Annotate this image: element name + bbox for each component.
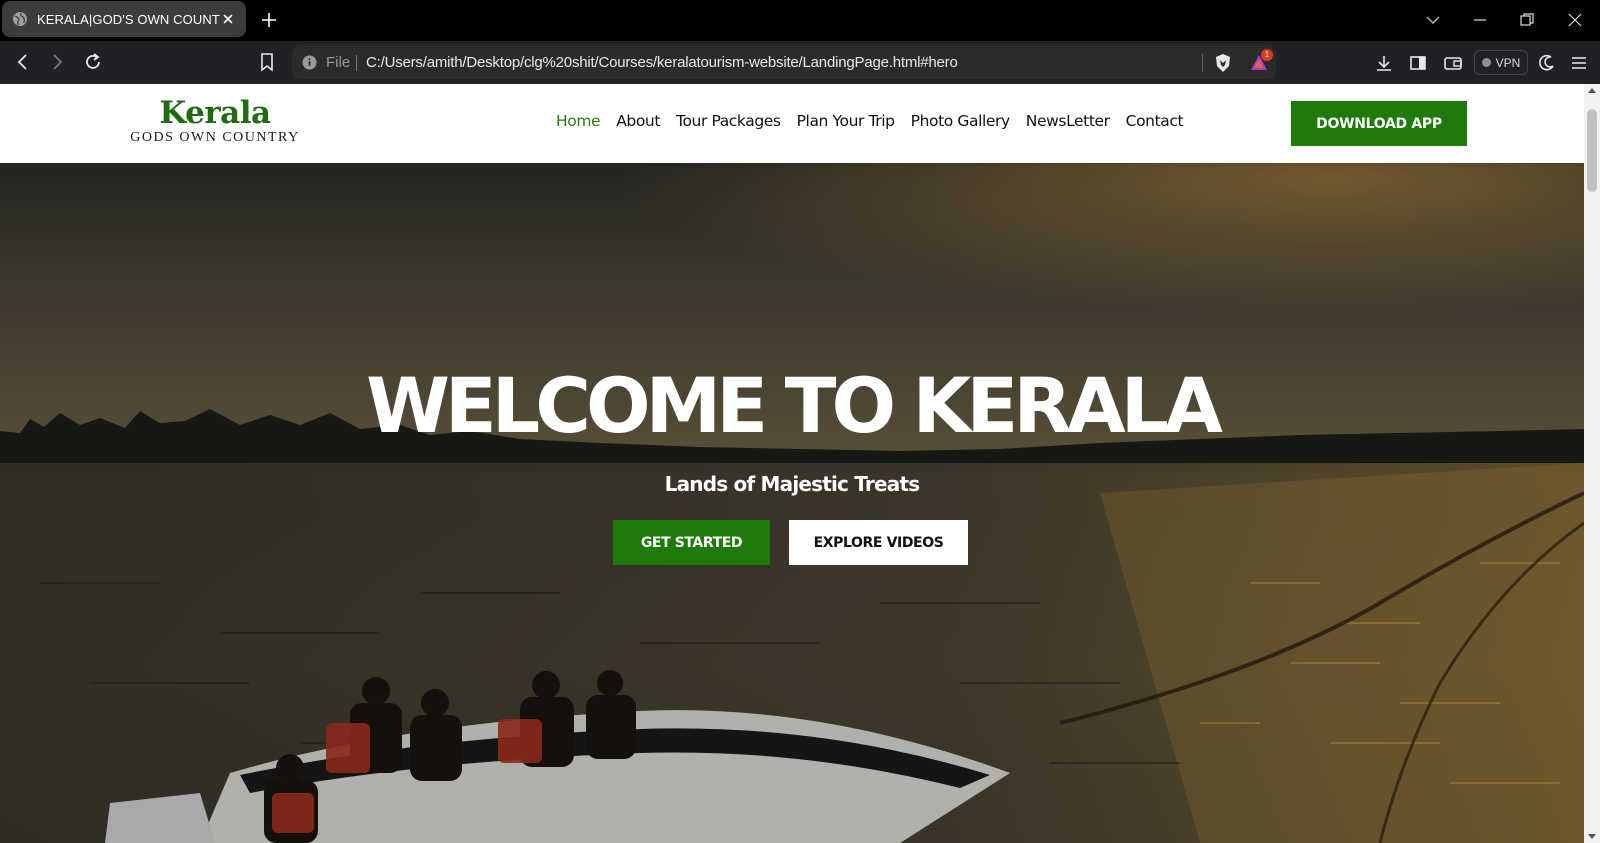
vpn-button[interactable]: VPN: [1474, 50, 1528, 75]
hero-subtitle: Lands of Majestic Treats: [664, 472, 920, 496]
hero-overlay: [0, 163, 1584, 843]
restore-icon[interactable]: [1518, 11, 1536, 29]
chevron-down-icon[interactable]: [1424, 11, 1442, 29]
vpn-label: VPN: [1495, 55, 1521, 70]
download-icon[interactable]: [1374, 53, 1394, 73]
info-icon[interactable]: [302, 55, 317, 70]
close-window-icon[interactable]: [1566, 11, 1584, 29]
get-started-button[interactable]: GET STARTED: [613, 520, 770, 565]
browser-tab[interactable]: KERALA|GOD'S OWN COUNTRY: [2, 1, 246, 37]
forward-icon[interactable]: [47, 52, 67, 72]
explore-videos-button[interactable]: EXPLORE VIDEOS: [789, 520, 968, 565]
hero-title: WELCOME TO KERALA: [366, 361, 1223, 450]
nav-contact[interactable]: Contact: [1126, 112, 1184, 130]
nav-plan-your-trip[interactable]: Plan Your Trip: [797, 112, 895, 130]
minimize-icon[interactable]: [1471, 11, 1489, 29]
page-viewport: Kerala GODS OWN COUNTRY Home About Tour …: [0, 84, 1584, 843]
nav-photo-gallery[interactable]: Photo Gallery: [911, 112, 1011, 130]
sidebar-icon[interactable]: [1408, 53, 1428, 73]
download-app-button[interactable]: DOWNLOAD APP: [1291, 101, 1467, 146]
scroll-up-arrow-icon[interactable]: [1588, 88, 1596, 93]
address-bar[interactable]: File C:/Users/amith/Desktop/clg%20shit/C…: [292, 46, 1276, 79]
main-nav: Home About Tour Packages Plan Your Trip …: [556, 112, 1184, 130]
nav-home[interactable]: Home: [556, 112, 601, 130]
tab-strip: KERALA|GOD'S OWN COUNTRY: [0, 0, 1600, 41]
url-scheme-label: File: [326, 54, 351, 71]
leo-icon[interactable]: [1537, 53, 1557, 73]
url-text[interactable]: C:/Users/amith/Desktop/clg%20shit/Course…: [366, 54, 958, 71]
nav-about[interactable]: About: [616, 112, 660, 130]
nav-newsletter[interactable]: NewsLetter: [1026, 112, 1110, 130]
site-logo[interactable]: Kerala GODS OWN COUNTRY: [125, 96, 305, 146]
rewards-badge: 1: [1261, 49, 1273, 61]
close-icon[interactable]: [220, 11, 236, 27]
wallet-icon[interactable]: [1443, 53, 1463, 73]
plus-icon[interactable]: [260, 11, 278, 29]
globe-icon: [13, 12, 27, 26]
back-icon[interactable]: [13, 52, 33, 72]
browser-toolbar: File C:/Users/amith/Desktop/clg%20shit/C…: [0, 41, 1600, 84]
nav-tour-packages[interactable]: Tour Packages: [676, 112, 781, 130]
page-scrollbar[interactable]: [1584, 84, 1600, 843]
scroll-down-arrow-icon[interactable]: [1588, 834, 1596, 839]
omnibox-divider: [1202, 54, 1203, 72]
brave-shield-icon[interactable]: [1214, 53, 1232, 73]
scroll-thumb[interactable]: [1587, 109, 1597, 192]
logo-title: Kerala: [159, 95, 271, 131]
logo-tagline: GODS OWN COUNTRY: [130, 130, 300, 145]
tab-title: KERALA|GOD'S OWN COUNTRY: [37, 11, 220, 27]
site-header: Kerala GODS OWN COUNTRY Home About Tour …: [0, 84, 1584, 163]
menu-icon[interactable]: [1569, 53, 1589, 73]
reload-icon[interactable]: [83, 52, 103, 72]
url-divider: [356, 55, 357, 71]
vpn-status-dot: [1481, 58, 1491, 67]
bookmark-icon[interactable]: [257, 52, 277, 72]
hero-section: WELCOME TO KERALA Lands of Majestic Trea…: [0, 163, 1584, 843]
